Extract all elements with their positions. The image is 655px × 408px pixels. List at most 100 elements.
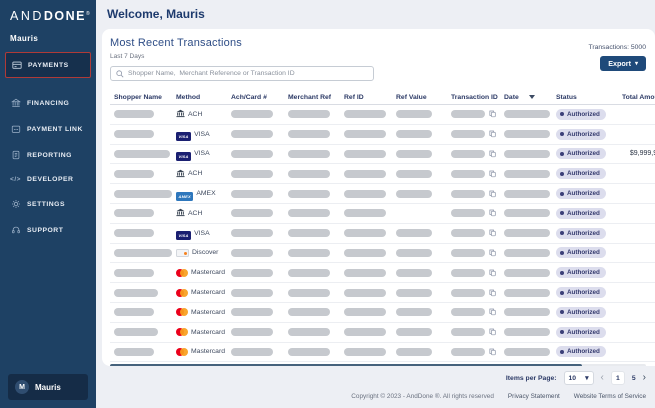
ach-card-placeholder [231,149,273,158]
status-badge: Authorized [556,168,606,180]
sidebar-item-support[interactable]: SUPPORT [0,217,96,243]
copy-icon[interactable] [489,209,496,217]
status-badge: Authorized [556,287,606,299]
transaction-id-placeholder [451,169,485,178]
sidebar-item-label: PAYMENTS [28,61,69,69]
shopper-name-placeholder [114,149,170,158]
method-label: ACH [188,170,203,178]
sidebar-item-financing[interactable]: FINANCING [0,90,96,116]
sidebar-item-developer[interactable]: </> DEVELOPER [0,168,96,191]
status-label: Authorized [567,130,600,138]
table-row[interactable]: ACH Authorized $ [110,164,655,185]
ref-value-placeholder [396,347,432,356]
copy-icon[interactable] [489,348,496,356]
search-input[interactable] [128,70,368,77]
copyright-text: Copyright © 2023 - AndDone ®. All rights… [351,393,494,400]
table-row[interactable]: ACH Authorized [110,204,655,224]
copy-icon[interactable] [489,130,496,138]
status-badge: Authorized [556,207,606,219]
privacy-statement-link[interactable]: Privacy Statement [508,393,560,400]
topbar: Welcome, Mauris [96,0,655,28]
items-per-page-select[interactable]: 10 ▾ [563,371,594,385]
transaction-id-placeholder [451,347,485,356]
export-button[interactable]: Export ▾ [600,56,646,71]
ref-id-placeholder [344,209,386,218]
date-sort-icon[interactable] [528,95,535,99]
copy-icon[interactable] [489,170,496,178]
copy-icon[interactable] [489,150,496,158]
current-page-button[interactable]: 1 [610,371,625,385]
shopper-name-placeholder [114,209,154,218]
status-dot-icon [560,211,564,216]
ref-id-placeholder [344,248,386,257]
col-merchant-ref: Merchant Ref [288,93,332,101]
ach-card-placeholder [231,248,273,257]
prev-page-button[interactable]: ‹ [601,373,604,383]
ref-value-placeholder [396,288,432,297]
table-row[interactable]: Discover Authorized $ [110,244,655,264]
terms-of-service-link[interactable]: Website Terms of Service [574,393,646,400]
status-badge: Authorized [556,188,606,200]
table-row[interactable]: VISAVISA Authorized $9,999,99 [110,145,655,165]
sidebar-item-payment-link[interactable]: PAYMENT LINK [0,116,96,142]
method-label: Mastercard [191,269,225,277]
ach-card-placeholder [231,169,273,178]
copy-icon[interactable] [489,110,496,118]
status-dot-icon [560,231,564,236]
table-row[interactable]: Mastercard Authorized $ [110,303,655,323]
transaction-id-placeholder [451,209,485,218]
status-dot-icon [560,171,564,176]
table-row[interactable]: Mastercard Authorized $ [110,283,655,303]
sidebar-item-settings[interactable]: SETTINGS [0,191,96,217]
ref-value-placeholder [396,189,432,198]
transaction-id-placeholder [451,149,485,158]
table-row[interactable]: Mastercard Authorized $ [110,323,655,343]
scrollbar-thumb[interactable] [110,364,582,366]
merchant-ref-placeholder [288,229,330,238]
transaction-id-placeholder [451,189,485,198]
visa-badge-icon: VISA [176,224,192,242]
col-shopper-name: Shopper Name [114,93,162,101]
last-page-button[interactable]: 5 [632,375,636,382]
status-label: Authorized [567,289,600,297]
user-profile-button[interactable]: M Mauris [8,374,88,400]
copy-icon[interactable] [489,328,496,336]
col-date[interactable]: Date [500,94,552,101]
visa-badge-icon: VISA [176,125,192,143]
next-page-button[interactable]: › [643,373,646,383]
copy-icon[interactable] [489,269,496,277]
status-label: Authorized [567,190,600,198]
footer: Copyright © 2023 - AndDone ®. All rights… [351,393,646,400]
method-label: ACH [188,209,203,217]
status-dot-icon [560,250,564,255]
table-row[interactable]: AMEXAMEX Authorized $ [110,184,655,204]
transaction-id-placeholder [451,328,485,337]
method-label: Mastercard [191,289,225,297]
copy-icon[interactable] [489,190,496,198]
date-placeholder [504,308,550,317]
ach-card-placeholder [231,268,273,277]
shopper-name-placeholder [114,169,154,178]
copy-icon[interactable] [489,249,496,257]
table-row[interactable]: ACH Authorized [110,105,655,125]
welcome-title: Welcome, Mauris [107,7,205,21]
method-label: ACH [188,110,203,118]
copy-icon[interactable] [489,308,496,316]
table-row[interactable]: VISAVISA Authorized $ [110,125,655,145]
mastercard-circles-icon [176,343,188,361]
table-row[interactable]: Mastercard Authorized [110,263,655,284]
status-badge: Authorized [556,346,606,358]
shopper-name-placeholder [114,229,154,238]
copy-icon[interactable] [489,229,496,237]
horizontal-scrollbar [110,364,646,366]
sidebar-item-reporting[interactable]: REPORTING [0,142,96,168]
items-per-page-label: Items per Page: [505,374,557,382]
status-label: Authorized [567,229,600,237]
table-row[interactable]: Mastercard Authorized $ [110,343,655,363]
col-transaction-id: Transaction ID [451,93,498,101]
sidebar-item-payments[interactable]: PAYMENTS [5,52,91,78]
copy-icon[interactable] [489,289,496,297]
table-row[interactable]: VISA VISA Authorized [110,224,655,244]
date-placeholder [504,149,550,158]
merchant-ref-placeholder [288,209,330,218]
